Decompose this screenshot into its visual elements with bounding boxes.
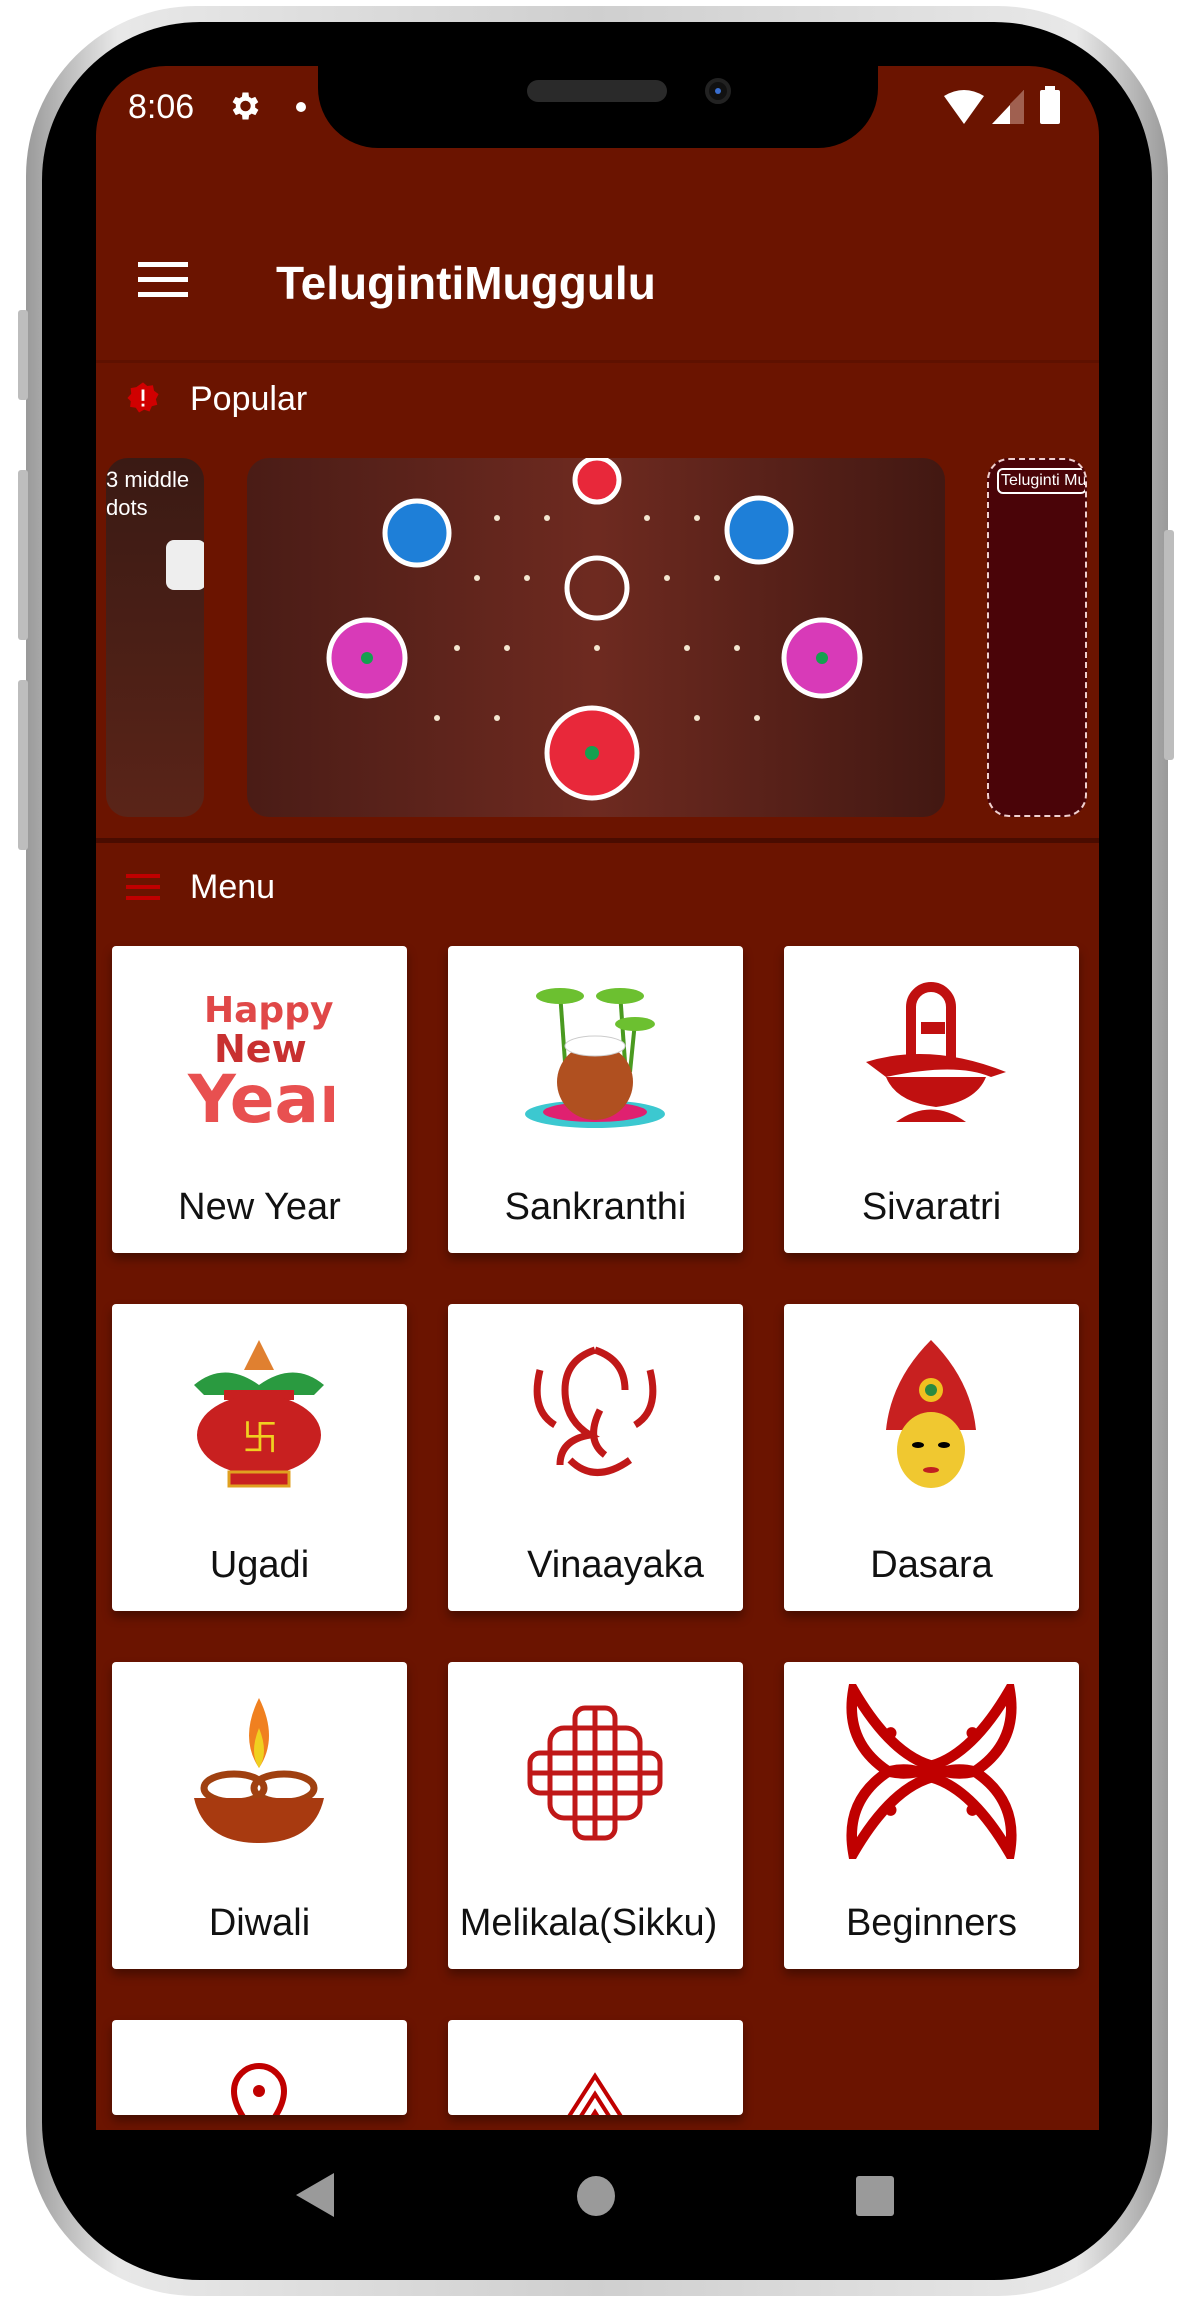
menu-item-sankranthi[interactable]: Sankranthi xyxy=(448,946,743,1253)
android-nav-bar xyxy=(96,2130,1099,2240)
status-time: 8:06 xyxy=(128,88,195,126)
svg-text:Happy: Happy xyxy=(204,990,333,1031)
wifi-icon xyxy=(944,90,984,124)
kalasam-icon: 卐 xyxy=(194,1340,324,1488)
rangoli-flowers-image xyxy=(247,458,945,817)
triangle-kolam-icon xyxy=(567,2072,623,2115)
sikku-kolam-icon xyxy=(527,1705,663,1841)
menu-item-new-year[interactable]: HappyNewYear New Year xyxy=(112,946,407,1253)
speaker xyxy=(527,80,667,102)
carousel-item-previous[interactable]: 3 middle dots xyxy=(106,458,204,817)
back-icon[interactable] xyxy=(296,2173,334,2217)
section-divider xyxy=(96,838,1099,843)
beginner-kolam-icon xyxy=(846,1684,1017,1859)
notch xyxy=(318,66,878,148)
svg-text:Year: Year xyxy=(187,1061,334,1132)
shiva-lingam-icon xyxy=(866,982,1006,1122)
alert-badge-icon xyxy=(127,382,159,413)
signal-icon xyxy=(992,90,1024,124)
menu-item-label: Ugadi xyxy=(209,1544,310,1586)
menu-item-ugadi[interactable]: 卐 Ugadi xyxy=(112,1304,407,1611)
carousel-item-next[interactable]: Teluginti Muggulu 9x5 Inter xyxy=(987,458,1087,817)
battery-icon xyxy=(1040,86,1060,124)
menu-item-label: Beginners xyxy=(845,1902,1018,1944)
ganesha-icon xyxy=(533,1346,657,1476)
appbar-divider xyxy=(96,360,1099,363)
carousel-item-current[interactable] xyxy=(247,458,945,817)
happy-new-year-icon: HappyNewYear xyxy=(187,990,334,1132)
menu-item-label: Sivaratri xyxy=(861,1186,1002,1228)
menu-item-label: Dasara xyxy=(870,1544,993,1586)
menu-item-label: New Year xyxy=(178,1186,341,1228)
carousel-caption: Teluginti Muggulu 9x5 Inter xyxy=(997,468,1085,494)
menu-item-label: Melikala(Sikku) xyxy=(459,1902,718,1944)
app-screen: 8:06 TelugintiMuggulu Popular 3 middle d… xyxy=(96,66,1099,2130)
home-icon[interactable] xyxy=(577,2176,615,2216)
volume-down-button xyxy=(18,680,28,850)
front-camera xyxy=(705,78,731,104)
menu-item-label: Sankranthi xyxy=(504,1186,687,1228)
menu-section-label: Menu xyxy=(190,868,276,906)
menu-item-dasara[interactable]: Dasara xyxy=(784,1304,1079,1611)
menu-item-beginners[interactable]: Beginners xyxy=(784,1662,1079,1969)
menu-item-11[interactable] xyxy=(448,2020,743,2115)
menu-item-label: Diwali xyxy=(208,1902,311,1944)
bowl-image xyxy=(166,540,204,590)
power-button xyxy=(1164,530,1174,760)
menu-item-vinaayaka[interactable]: Vinaayaka xyxy=(448,1304,743,1611)
hamburger-menu-icon[interactable] xyxy=(138,262,188,298)
menu-item-label: Vinaayaka xyxy=(527,1544,704,1586)
mute-switch xyxy=(18,310,28,400)
menu-lines-icon xyxy=(126,874,160,900)
location-pin-icon xyxy=(230,2062,288,2115)
notification-dot-icon xyxy=(296,102,306,112)
svg-text:卐: 卐 xyxy=(242,1418,278,1459)
carousel-caption: 3 middle dots xyxy=(106,467,190,520)
menu-item-sivaratri[interactable]: Sivaratri xyxy=(784,946,1079,1253)
popular-section-label: Popular xyxy=(190,380,308,418)
recents-icon[interactable] xyxy=(856,2176,894,2216)
diya-lamp-icon xyxy=(194,1698,324,1843)
menu-item-10[interactable] xyxy=(112,2020,407,2115)
durga-face-icon xyxy=(886,1340,976,1488)
settings-icon xyxy=(232,92,259,120)
menu-item-diwali[interactable]: Diwali xyxy=(112,1662,407,1969)
volume-up-button xyxy=(18,470,28,640)
pongal-pot-icon xyxy=(525,988,665,1128)
app-title: TelugintiMuggulu xyxy=(276,257,656,309)
menu-item-melikala[interactable]: Melikala(Sikku) xyxy=(448,1662,743,1969)
